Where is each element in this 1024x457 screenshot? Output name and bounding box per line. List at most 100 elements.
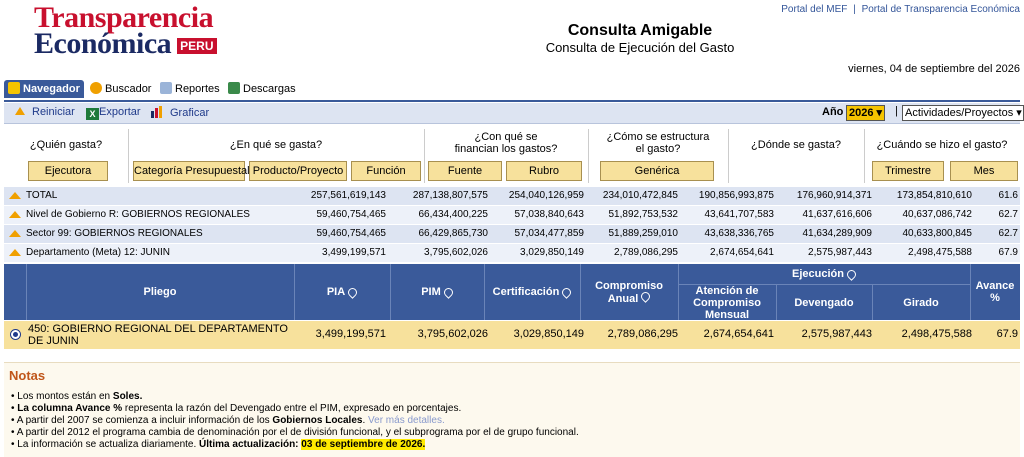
- cell-atencion: 43,641,707,583: [704, 209, 774, 220]
- collapse-arrow-icon[interactable]: [9, 192, 21, 199]
- cell-certificacion: 3,029,850,149: [520, 247, 584, 258]
- reiniciar-button[interactable]: Reiniciar: [14, 106, 75, 118]
- producto-proyecto-button[interactable]: Producto/Proyecto: [249, 161, 347, 181]
- collapse-arrow-icon[interactable]: [9, 249, 21, 256]
- cell-devengado: 176,960,914,371: [796, 190, 872, 201]
- totals-row[interactable]: Nivel de Gobierno R: GOBIERNOS REGIONALE…: [4, 206, 1020, 224]
- tab-bar: Navegador Buscador Reportes Descargas: [4, 78, 1020, 102]
- cell-girado: 2,498,475,588: [908, 247, 972, 258]
- reiniciar-label: Reiniciar: [32, 106, 75, 118]
- cell-girado: 2,498,475,588: [901, 328, 972, 340]
- row-radio-button[interactable]: [10, 329, 21, 340]
- header-pim[interactable]: PIM: [390, 264, 485, 320]
- cell-atencion: 2,674,654,641: [710, 247, 774, 258]
- filter-icon[interactable]: [639, 289, 653, 303]
- note-text: • Los montos están en: [11, 391, 113, 402]
- cell-pim: 287,138,807,575: [412, 190, 488, 201]
- note-bold: La columna Avance %: [17, 403, 123, 414]
- cell-compromiso: 2,789,086,295: [614, 247, 678, 258]
- chevron-down-icon: ▾: [876, 107, 883, 119]
- table-row-selected[interactable]: 450: GOBIERNO REGIONAL DEL DEPARTAMENTO …: [4, 321, 1020, 349]
- header-label: PIM: [421, 286, 441, 298]
- tab-descargas[interactable]: Descargas: [224, 80, 300, 98]
- cell-pia: 3,499,199,571: [315, 328, 386, 340]
- header-label: Compromiso Anual: [595, 279, 663, 305]
- fuente-button[interactable]: Fuente: [428, 161, 502, 181]
- logo-line-2: Económica PERU: [34, 29, 217, 59]
- header-pia[interactable]: PIA: [294, 264, 391, 320]
- cell-avance: 61.6: [998, 190, 1018, 201]
- filter-icon[interactable]: [560, 285, 574, 299]
- header-atencion[interactable]: Atención de Compromiso Mensual: [678, 285, 777, 321]
- up-arrow-icon: [15, 107, 25, 115]
- generica-button[interactable]: Genérica: [600, 161, 714, 181]
- cell-certificacion: 57,034,477,859: [514, 228, 584, 239]
- row-label: Departamento (Meta) 12: JUNIN: [26, 247, 170, 258]
- ver-mas-detalles-link[interactable]: Ver más detalles.: [368, 415, 445, 426]
- portal-mef-link[interactable]: Portal del MEF: [781, 4, 847, 15]
- cell-avance: 62.7: [998, 209, 1018, 220]
- tab-label: Navegador: [23, 83, 80, 95]
- header-compromiso[interactable]: Compromiso Anual: [580, 264, 679, 320]
- cell-atencion: 190,856,993,875: [698, 190, 774, 201]
- top-links: Portal del MEF | Portal de Transparencia…: [781, 4, 1020, 15]
- page-title: Consulta Amigable: [567, 22, 713, 39]
- cell-devengado: 2,575,987,443: [808, 247, 872, 258]
- year-select[interactable]: 2026 ▾: [846, 105, 886, 121]
- graficar-button[interactable]: Graficar: [150, 106, 209, 119]
- ejecutora-button[interactable]: Ejecutora: [28, 161, 108, 181]
- tab-buscador[interactable]: Buscador: [86, 80, 155, 98]
- collapse-arrow-icon[interactable]: [9, 211, 21, 218]
- cell-atencion: 2,674,654,641: [703, 328, 774, 340]
- collapse-arrow-icon[interactable]: [9, 230, 21, 237]
- header-avance[interactable]: Avance %: [970, 264, 1020, 320]
- cell-devengado: 2,575,987,443: [801, 328, 872, 340]
- categoria-presupuestal-button[interactable]: Categoría Presupuestal: [133, 161, 250, 181]
- toolbar: Reiniciar X Exportar Graficar Año 2026 ▾ …: [4, 103, 1024, 124]
- tab-navegador[interactable]: Navegador: [4, 80, 84, 98]
- totals-row[interactable]: Departamento (Meta) 12: JUNIN 3,499,199,…: [4, 244, 1020, 262]
- note-bold: Última actualización:: [199, 439, 299, 450]
- row-label: Sector 99: GOBIERNOS REGIONALES: [26, 228, 203, 239]
- totals-row[interactable]: TOTAL 257,561,619,143 287,138,807,575 25…: [4, 187, 1020, 205]
- rubro-button[interactable]: Rubro: [506, 161, 582, 181]
- trimestre-button[interactable]: Trimestre: [872, 161, 944, 181]
- question-donde: ¿Dónde se gasta?: [728, 129, 865, 183]
- filter-icon[interactable]: [845, 267, 858, 281]
- cell-compromiso: 51,889,259,010: [608, 228, 678, 239]
- tab-reportes[interactable]: Reportes: [156, 80, 224, 98]
- filter-icon[interactable]: [346, 285, 360, 299]
- question-quien: ¿Quién gasta? Ejecutora: [4, 129, 129, 183]
- cell-devengado: 41,634,289,909: [802, 228, 872, 239]
- logo-peru-tag: PERU: [177, 38, 217, 55]
- cell-certificacion: 254,040,126,959: [508, 190, 584, 201]
- question-grid: ¿Quién gasta? Ejecutora ¿En qué se gasta…: [4, 129, 1020, 183]
- download-icon: [228, 82, 240, 94]
- transparencia-logo[interactable]: Transparencia Económica PERU: [34, 2, 234, 59]
- note-4: • A partir del 2012 el programa cambia d…: [11, 427, 579, 438]
- question-text: ¿Cuándo se hizo el gasto?: [876, 139, 1008, 151]
- header-ejecucion[interactable]: Ejecución: [678, 264, 971, 285]
- chevron-down-icon: ▾: [1016, 107, 1022, 119]
- header-label: Avance %: [975, 280, 1015, 304]
- view-value: Actividades/Proyectos: [905, 107, 1014, 119]
- link-separator: |: [853, 4, 856, 15]
- filter-icon[interactable]: [441, 285, 455, 299]
- mes-button[interactable]: Mes: [950, 161, 1018, 181]
- header-pliego[interactable]: Pliego: [26, 264, 295, 320]
- cell-pliego: 450: GOBIERNO REGIONAL DEL DEPARTAMENTO …: [28, 323, 288, 347]
- portal-transparencia-link[interactable]: Portal de Transparencia Económica: [862, 4, 1020, 15]
- header-certificacion[interactable]: Certificación: [484, 264, 581, 320]
- header-label: Ejecución: [792, 268, 844, 280]
- note-5: • La información se actualiza diariament…: [11, 439, 426, 450]
- totals-row[interactable]: Sector 99: GOBIERNOS REGIONALES 59,460,7…: [4, 225, 1020, 243]
- header-girado[interactable]: Girado: [872, 285, 971, 320]
- header-devengado[interactable]: Devengado: [776, 285, 873, 320]
- view-select[interactable]: Actividades/Proyectos ▾: [902, 105, 1024, 121]
- note-3: • A partir del 2007 se comienza a inclui…: [11, 415, 445, 426]
- cell-pim: 66,434,400,225: [418, 209, 488, 220]
- funcion-button[interactable]: Función: [351, 161, 421, 181]
- question-text: ¿En qué se gasta?: [229, 139, 323, 151]
- header-select-column: [4, 264, 27, 320]
- exportar-button[interactable]: X Exportar: [86, 106, 141, 120]
